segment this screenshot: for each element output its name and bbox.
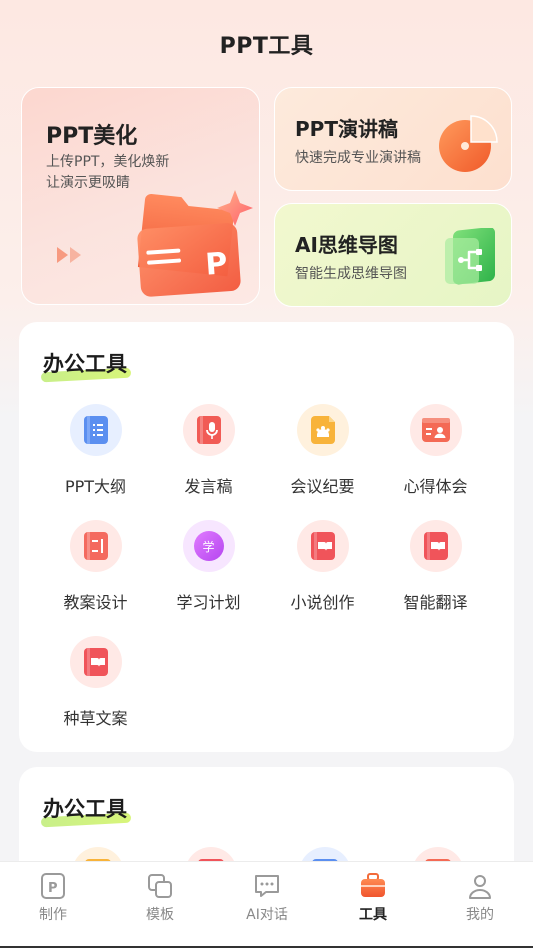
make-icon: P <box>41 873 65 899</box>
ai-mindmap-card[interactable]: AI思维导图 智能生成思维导图 <box>274 203 512 307</box>
tool-product-copy[interactable]: 种草文案 <box>39 636 152 729</box>
tab-template[interactable]: 模板 <box>115 872 205 924</box>
lesson-plan-icon <box>69 520 122 572</box>
tab-make[interactable]: P 制作 <box>8 872 98 924</box>
section-title: 办公工具 <box>43 797 127 821</box>
tool-label: 心得体会 <box>403 477 468 496</box>
ppt-speech-card[interactable]: PPT演讲稿 快速完成专业演讲稿 <box>274 87 512 191</box>
person-card-icon <box>409 404 462 456</box>
tool-label: 教案设计 <box>63 593 128 612</box>
tool-lesson-plan[interactable]: 教案设计 <box>39 520 152 613</box>
ai-mindmap-title: AI思维导图 <box>295 233 398 257</box>
meeting-icon <box>296 404 349 456</box>
tool-novel-writing[interactable]: 小说创作 <box>266 520 379 613</box>
tab-label: AI对话 <box>246 907 288 923</box>
ppt-beautify-title: PPT美化 <box>46 124 138 149</box>
bottom-tab-bar: P 制作 模板 AI对话 工具 我的 <box>0 861 533 948</box>
tab-tools[interactable]: 工具 <box>328 872 418 924</box>
tool-label: 智能翻译 <box>403 593 468 612</box>
tool-label: 学习计划 <box>176 593 241 612</box>
svg-text:P: P <box>48 881 58 896</box>
tool-meeting-minutes[interactable]: 会议纪要 <box>266 404 379 497</box>
ppt-beautify-subtitle: 上传PPT，美化焕新 让演示更吸睛 <box>46 152 216 194</box>
ppt-speech-subtitle: 快速完成专业演讲稿 <box>295 150 421 166</box>
tool-label: 发言稿 <box>184 477 233 496</box>
tool-label: PPT大纲 <box>64 477 127 496</box>
tab-ai-chat[interactable]: AI对话 <box>222 872 312 924</box>
tool-ppt-outline[interactable]: PPT大纲 <box>39 404 152 497</box>
folder-ppt-icon: P <box>117 190 257 304</box>
folder-letter: P <box>204 246 228 282</box>
office-tools-panel: 办公工具 PPT大纲 发言稿 会议纪要 心得体会 教案设计 学 学习计划 小说创… <box>19 322 514 752</box>
mindmap-icon <box>443 227 499 292</box>
microphone-icon <box>182 404 235 456</box>
tool-label: 会议纪要 <box>290 477 355 496</box>
ai-mindmap-subtitle: 智能生成思维导图 <box>295 266 407 282</box>
study-icon: 学 <box>182 520 235 572</box>
tab-label: 制作 <box>39 907 67 923</box>
copywriting-icon <box>69 636 122 688</box>
outline-icon <box>69 404 122 456</box>
double-arrow-icon <box>57 246 85 268</box>
ppt-beautify-card[interactable]: PPT美化 上传PPT，美化焕新 让演示更吸睛 P <box>21 87 260 305</box>
page-title: PPT工具 <box>219 34 314 59</box>
tab-label: 我的 <box>466 907 494 923</box>
tab-label: 模板 <box>146 907 174 923</box>
ppt-speech-title: PPT演讲稿 <box>295 117 398 141</box>
profile-icon <box>469 875 491 899</box>
tab-label: 工具 <box>359 907 387 923</box>
tab-profile[interactable]: 我的 <box>435 872 525 924</box>
study-glyph: 学 <box>193 531 224 561</box>
template-icon <box>148 874 172 898</box>
tool-smart-translate[interactable]: 智能翻译 <box>379 520 492 613</box>
section-title: 办公工具 <box>43 352 127 376</box>
book-icon <box>296 520 349 572</box>
tool-reflections[interactable]: 心得体会 <box>379 404 492 497</box>
translate-book-icon <box>409 520 462 572</box>
toolbox-icon <box>361 873 385 897</box>
chat-icon <box>255 875 279 897</box>
ppt-beautify-subtitle-line1: 上传PPT，美化焕新 <box>46 154 170 170</box>
tool-study-plan[interactable]: 学 学习计划 <box>152 520 265 613</box>
tool-label: 小说创作 <box>290 593 355 612</box>
tool-label: 种草文案 <box>63 709 128 728</box>
pie-chart-icon <box>437 112 499 178</box>
tool-speech-draft[interactable]: 发言稿 <box>152 404 265 497</box>
